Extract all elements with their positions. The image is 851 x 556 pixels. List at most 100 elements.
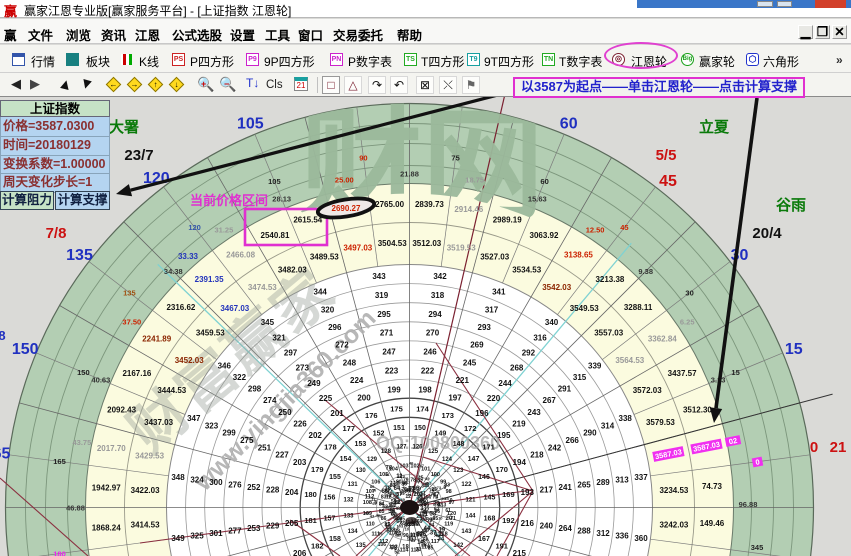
svg-text:135: 135	[123, 288, 136, 297]
svg-text:20: 20	[446, 516, 453, 522]
svg-text:71: 71	[430, 493, 436, 499]
svg-text:谷雨: 谷雨	[776, 197, 806, 214]
svg-text:274: 274	[263, 396, 277, 405]
svg-text:5/5: 5/5	[656, 147, 677, 164]
svg-text:95: 95	[400, 517, 406, 523]
svg-text:130: 130	[356, 468, 367, 474]
svg-text:229: 229	[266, 521, 280, 530]
svg-text:3542.03: 3542.03	[542, 283, 571, 292]
svg-text:346: 346	[218, 361, 232, 370]
svg-text:2316.62: 2316.62	[166, 303, 195, 312]
svg-text:95: 95	[404, 524, 410, 530]
svg-text:171: 171	[482, 443, 495, 452]
svg-text:252: 252	[247, 483, 261, 492]
svg-text:203: 203	[293, 458, 307, 467]
svg-text:47: 47	[420, 463, 425, 468]
svg-text:342: 342	[433, 272, 447, 281]
svg-text:149.46: 149.46	[700, 519, 725, 528]
svg-text:2391.35: 2391.35	[195, 275, 224, 284]
svg-text:268: 268	[510, 364, 524, 373]
svg-text:6.25: 6.25	[680, 318, 695, 327]
svg-text:177: 177	[343, 424, 356, 433]
svg-text:135: 135	[356, 543, 367, 549]
svg-text:149: 149	[435, 431, 447, 438]
svg-text:30: 30	[685, 288, 693, 297]
svg-text:175: 175	[390, 404, 403, 413]
svg-text:298: 298	[248, 385, 262, 394]
svg-text:28.13: 28.13	[272, 195, 291, 204]
svg-text:3564.53: 3564.53	[615, 356, 644, 365]
svg-text:317: 317	[485, 305, 499, 314]
svg-text:173: 173	[441, 411, 454, 420]
svg-text:9: 9	[444, 485, 447, 491]
svg-text:344: 344	[314, 288, 328, 297]
svg-text:3429.53: 3429.53	[135, 452, 164, 461]
svg-text:202: 202	[309, 431, 323, 440]
svg-text:301: 301	[209, 529, 223, 538]
svg-text:52: 52	[394, 550, 400, 556]
svg-text:45: 45	[418, 475, 424, 481]
svg-text:19: 19	[439, 528, 446, 534]
svg-text:90: 90	[359, 153, 367, 162]
svg-text:66: 66	[423, 538, 429, 544]
svg-text:265: 265	[577, 480, 591, 489]
svg-text:151: 151	[393, 425, 405, 432]
svg-text:40.63: 40.63	[92, 376, 111, 385]
svg-text:立夏: 立夏	[699, 118, 730, 136]
svg-text:78: 78	[386, 465, 393, 471]
svg-text:3519.53: 3519.53	[447, 244, 476, 253]
svg-text:323: 323	[205, 421, 219, 430]
svg-text:3422.03: 3422.03	[131, 486, 160, 495]
svg-text:339: 339	[588, 361, 602, 370]
svg-text:2017.70: 2017.70	[97, 444, 126, 453]
svg-text:3557.03: 3557.03	[594, 329, 623, 338]
svg-text:3512.03: 3512.03	[412, 239, 441, 248]
svg-text:165: 165	[0, 446, 11, 463]
svg-text:150: 150	[414, 425, 426, 432]
svg-text:132: 132	[343, 498, 354, 504]
svg-text:142: 142	[453, 543, 464, 549]
svg-text:116: 116	[390, 482, 400, 488]
svg-text:296: 296	[328, 323, 342, 332]
svg-text:31.25: 31.25	[215, 226, 234, 235]
svg-text:312: 312	[596, 529, 610, 538]
svg-text:179: 179	[311, 465, 324, 474]
svg-text:198: 198	[418, 386, 432, 395]
svg-text:3474.53: 3474.53	[248, 283, 277, 292]
svg-text:3482.03: 3482.03	[278, 266, 307, 275]
svg-text:153: 153	[355, 441, 367, 448]
svg-text:59: 59	[426, 518, 433, 524]
svg-text:3579.53: 3579.53	[646, 418, 675, 427]
svg-text:69: 69	[418, 502, 423, 507]
svg-text:145: 145	[484, 495, 496, 502]
svg-text:21: 21	[830, 439, 847, 456]
svg-text:2989.19: 2989.19	[493, 216, 522, 225]
svg-text:2466.08: 2466.08	[226, 251, 255, 260]
svg-text:2765.00: 2765.00	[375, 200, 404, 209]
svg-text:225: 225	[319, 394, 333, 403]
svg-text:8: 8	[0, 328, 6, 343]
svg-text:69: 69	[432, 487, 437, 492]
svg-text:244: 244	[498, 379, 512, 388]
svg-text:345: 345	[261, 318, 275, 327]
svg-text:155: 155	[329, 474, 341, 481]
svg-text:324: 324	[190, 475, 204, 484]
svg-text:34.38: 34.38	[164, 267, 183, 276]
svg-text:7/8: 7/8	[46, 225, 67, 242]
svg-text:167: 167	[478, 536, 490, 543]
svg-text:341: 341	[492, 288, 506, 297]
svg-text:193: 193	[521, 488, 535, 497]
svg-text:222: 222	[421, 367, 435, 376]
svg-text:273: 273	[296, 364, 310, 373]
svg-text:25.00: 25.00	[335, 176, 354, 185]
svg-text:243: 243	[527, 408, 541, 417]
svg-text:58: 58	[421, 517, 426, 522]
svg-text:288: 288	[577, 526, 591, 535]
svg-text:30: 30	[731, 247, 749, 264]
svg-text:338: 338	[619, 414, 633, 423]
svg-text:80: 80	[370, 484, 375, 489]
svg-text:83: 83	[411, 538, 416, 543]
svg-text:3527.03: 3527.03	[480, 253, 509, 262]
svg-text:46.88: 46.88	[66, 503, 85, 512]
svg-text:2839.73: 2839.73	[415, 200, 444, 209]
